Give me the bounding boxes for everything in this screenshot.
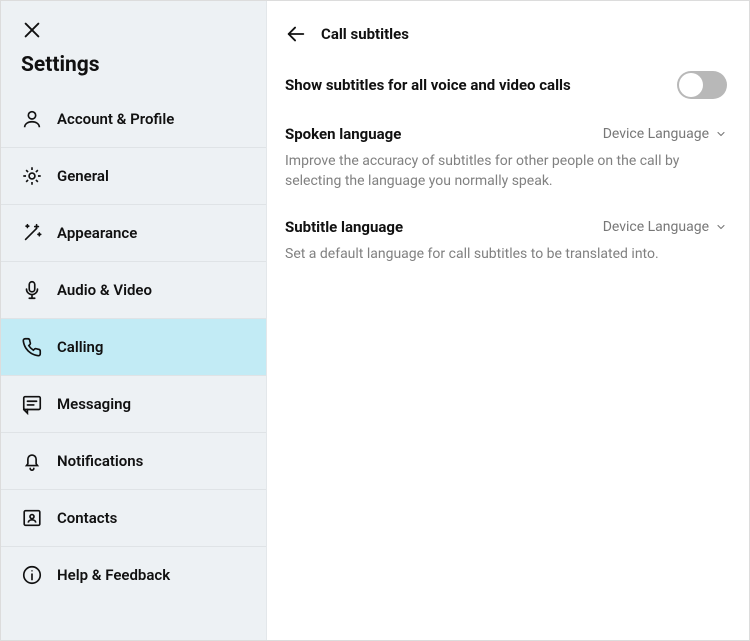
subtitle-language-value: Device Language [603,219,709,235]
sidebar-item-calling[interactable]: Calling [1,318,266,375]
sidebar-list: Account & Profile General Appearance [1,91,266,603]
sidebar-item-label: Notifications [57,452,143,470]
spoken-language-section: Spoken language Device Language Improve … [285,125,727,192]
show-subtitles-row: Show subtitles for all voice and video c… [285,71,727,99]
sidebar-item-label: Audio & Video [57,281,152,299]
sidebar-item-help-feedback[interactable]: Help & Feedback [1,546,266,603]
sidebar-item-contacts[interactable]: Contacts [1,489,266,546]
show-subtitles-toggle[interactable] [677,71,727,99]
sidebar-title: Settings [21,53,246,83]
gear-icon [21,165,43,187]
subtitle-language-section: Subtitle language Device Language Set a … [285,218,727,264]
close-icon [21,19,43,41]
subtitle-language-desc: Set a default language for call subtitle… [285,244,727,264]
info-icon [21,564,43,586]
spoken-language-header: Spoken language Device Language [285,125,727,143]
sidebar-item-account-profile[interactable]: Account & Profile [1,91,266,147]
subtitle-language-select[interactable]: Device Language [603,219,727,235]
page-title: Call subtitles [321,25,409,43]
sidebar-item-audio-video[interactable]: Audio & Video [1,261,266,318]
sidebar-item-messaging[interactable]: Messaging [1,375,266,432]
back-button[interactable] [285,23,307,45]
bell-icon [21,450,43,472]
sidebar-item-label: Messaging [57,395,131,413]
spoken-language-title: Spoken language [285,125,401,143]
main-panel: Call subtitles Show subtitles for all vo… [267,1,749,640]
sidebar-item-notifications[interactable]: Notifications [1,432,266,489]
sidebar-item-general[interactable]: General [1,147,266,204]
close-button[interactable] [21,19,43,41]
microphone-icon [21,279,43,301]
sidebar-item-label: Calling [57,338,103,356]
subtitle-language-title: Subtitle language [285,218,403,236]
wand-icon [21,222,43,244]
sidebar-item-label: Account & Profile [57,110,174,128]
person-icon [21,108,43,130]
main-header: Call subtitles [285,23,727,45]
spoken-language-value: Device Language [603,126,709,142]
toggle-knob [679,73,703,97]
arrow-left-icon [285,23,307,45]
show-subtitles-label: Show subtitles for all voice and video c… [285,76,571,94]
message-icon [21,393,43,415]
sidebar-item-label: General [57,167,109,185]
sidebar-header: Settings [1,1,266,91]
chevron-down-icon [715,128,727,140]
settings-sidebar: Settings Account & Profile General [1,1,267,640]
sidebar-item-appearance[interactable]: Appearance [1,204,266,261]
spoken-language-select[interactable]: Device Language [603,126,727,142]
spoken-language-desc: Improve the accuracy of subtitles for ot… [285,151,727,192]
chevron-down-icon [715,221,727,233]
contacts-icon [21,507,43,529]
sidebar-item-label: Contacts [57,509,117,527]
sidebar-item-label: Help & Feedback [57,566,170,584]
subtitle-language-header: Subtitle language Device Language [285,218,727,236]
phone-icon [21,336,43,358]
sidebar-item-label: Appearance [57,224,137,242]
